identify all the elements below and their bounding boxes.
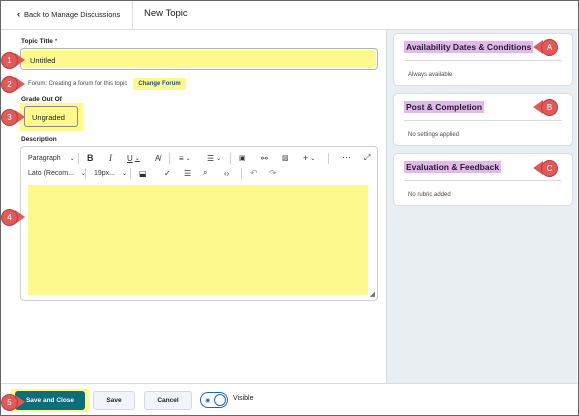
toolbar-divider: [85, 168, 86, 179]
callout-4-badge: 4: [1, 208, 18, 226]
callout-5: 5: [1, 393, 25, 411]
post-completion-title: Post & Completion: [404, 101, 485, 113]
fullscreen-icon[interactable]: ⤢: [364, 151, 370, 165]
save-and-close-button[interactable]: Save and Close: [15, 391, 85, 410]
align-left-icon[interactable]: ≡ ⌄: [179, 151, 191, 165]
forum-line: Forum: Creating a forum for this topic C…: [28, 77, 186, 91]
topic-title-highlight: [22, 50, 376, 68]
callout-c: C: [533, 159, 558, 177]
eye-icon: ◉: [205, 398, 211, 404]
find-replace-icon[interactable]: ⌕: [203, 166, 207, 180]
footer-bar: Save and Close Save Cancel ◉ Visible: [1, 383, 578, 415]
grade-highlight: Ungraded: [20, 103, 83, 131]
back-link-label: Back to Manage Discussions: [24, 9, 121, 19]
grade-out-of-label: Grade Out Of: [21, 96, 62, 103]
grade-value: Ungraded: [32, 113, 65, 122]
font-family-label: Lato (Recom...: [28, 169, 74, 177]
chevron-down-icon: ⌄: [69, 155, 75, 162]
redo-icon[interactable]: ↷: [269, 166, 277, 180]
insert-plus-icon[interactable]: + ⌄: [303, 151, 315, 165]
media-icon[interactable]: ▣: [239, 151, 246, 165]
font-family-dropdown[interactable]: Lato (Recom... ⌄: [28, 166, 86, 180]
bold-icon[interactable]: B: [87, 151, 94, 165]
grade-out-of-input[interactable]: Ungraded: [24, 106, 78, 127]
topic-title-label: Topic Title *: [21, 38, 57, 45]
evaluation-feedback-summary: No rubric added: [408, 192, 451, 198]
evaluation-feedback-title: Evaluation & Feedback: [404, 161, 502, 173]
toolbar-divider: [78, 153, 79, 164]
callout-1-badge: 1: [1, 51, 18, 69]
font-size-label: 19px...: [94, 169, 116, 177]
callout-c-badge: C: [541, 159, 558, 177]
availability-summary: Always available: [408, 72, 453, 78]
availability-title: Availability Dates & Conditions: [404, 41, 534, 53]
visibility-toggle[interactable]: ◉: [200, 392, 228, 408]
save-button[interactable]: Save: [93, 391, 135, 410]
callout-3: 3: [1, 108, 25, 126]
callout-2: 2: [1, 75, 25, 93]
callout-2-badge: 2: [1, 75, 18, 93]
toggle-knob: [214, 394, 226, 406]
format-painter-icon[interactable]: ⬓: [139, 166, 147, 180]
toolbar-divider: [241, 168, 242, 179]
topic-title-input[interactable]: Untitled: [20, 48, 378, 70]
callout-5-badge: 5: [1, 393, 18, 411]
callout-b: B: [533, 98, 558, 116]
paragraph-format-dropdown[interactable]: Paragraph ⌄: [28, 151, 75, 165]
change-forum-link[interactable]: Change Forum: [133, 78, 186, 90]
undo-icon[interactable]: ↶: [250, 166, 258, 180]
toolbar-divider: [130, 168, 131, 179]
forum-text: Forum: Creating a forum for this topic: [28, 81, 128, 87]
underline-icon[interactable]: U ⌄: [127, 151, 140, 165]
page-title: New Topic: [144, 8, 188, 19]
topic-title-label-text: Topic Title: [21, 38, 53, 45]
paragraph-format-label: Paragraph: [28, 154, 61, 162]
chevron-left-icon: ‹: [17, 9, 20, 19]
callout-1: 1: [1, 51, 25, 69]
spellcheck-icon[interactable]: ✓: [164, 166, 171, 180]
top-bar: ‹ Back to Manage Discussions New Topic: [1, 1, 578, 30]
card-divider: [404, 60, 562, 61]
card-divider: [404, 180, 562, 181]
callout-4: 4: [1, 208, 25, 226]
card-divider: [404, 120, 562, 121]
more-options-icon[interactable]: ···: [342, 150, 351, 164]
topic-title-value: Untitled: [30, 56, 56, 65]
cancel-button[interactable]: Cancel: [144, 391, 192, 410]
callout-a: A: [533, 38, 558, 56]
back-to-manage-discussions-link[interactable]: ‹ Back to Manage Discussions: [17, 9, 120, 19]
font-size-dropdown[interactable]: 19px... ⌄: [94, 166, 127, 180]
text-style-icon[interactable]: A̸: [155, 151, 160, 165]
required-marker: *: [54, 38, 58, 45]
toolbar-divider: [169, 153, 170, 164]
visible-label: Visible: [233, 395, 254, 402]
description-label: Description: [21, 136, 57, 143]
header-divider: [132, 1, 133, 30]
callout-3-badge: 3: [1, 108, 18, 126]
chevron-down-icon: ⌄: [122, 170, 128, 177]
callout-a-badge: A: [541, 38, 558, 56]
toolbar-divider: [230, 153, 231, 164]
settings-panel: Availability Dates & Conditions Always a…: [386, 30, 577, 383]
source-code-icon[interactable]: ‹›: [224, 166, 229, 180]
callout-b-badge: B: [541, 98, 558, 116]
toolbar-divider: [328, 153, 329, 164]
description-editor: Paragraph ⌄ B I U ⌄ A̸ ≡ ⌄ ☰ ⌄ ▣ ⚯ ▨ + ⌄ ···…: [20, 146, 378, 301]
post-completion-summary: No settings applied: [408, 132, 460, 138]
resize-handle-icon[interactable]: ◢: [370, 290, 375, 298]
image-icon[interactable]: ▨: [282, 151, 289, 165]
description-text-area[interactable]: [28, 185, 368, 295]
list-icon[interactable]: ☰ ⌄: [207, 151, 221, 165]
horizontal-rule-icon[interactable]: ☰: [184, 166, 191, 180]
link-icon[interactable]: ⚯: [261, 151, 268, 165]
italic-icon[interactable]: I: [109, 151, 112, 165]
